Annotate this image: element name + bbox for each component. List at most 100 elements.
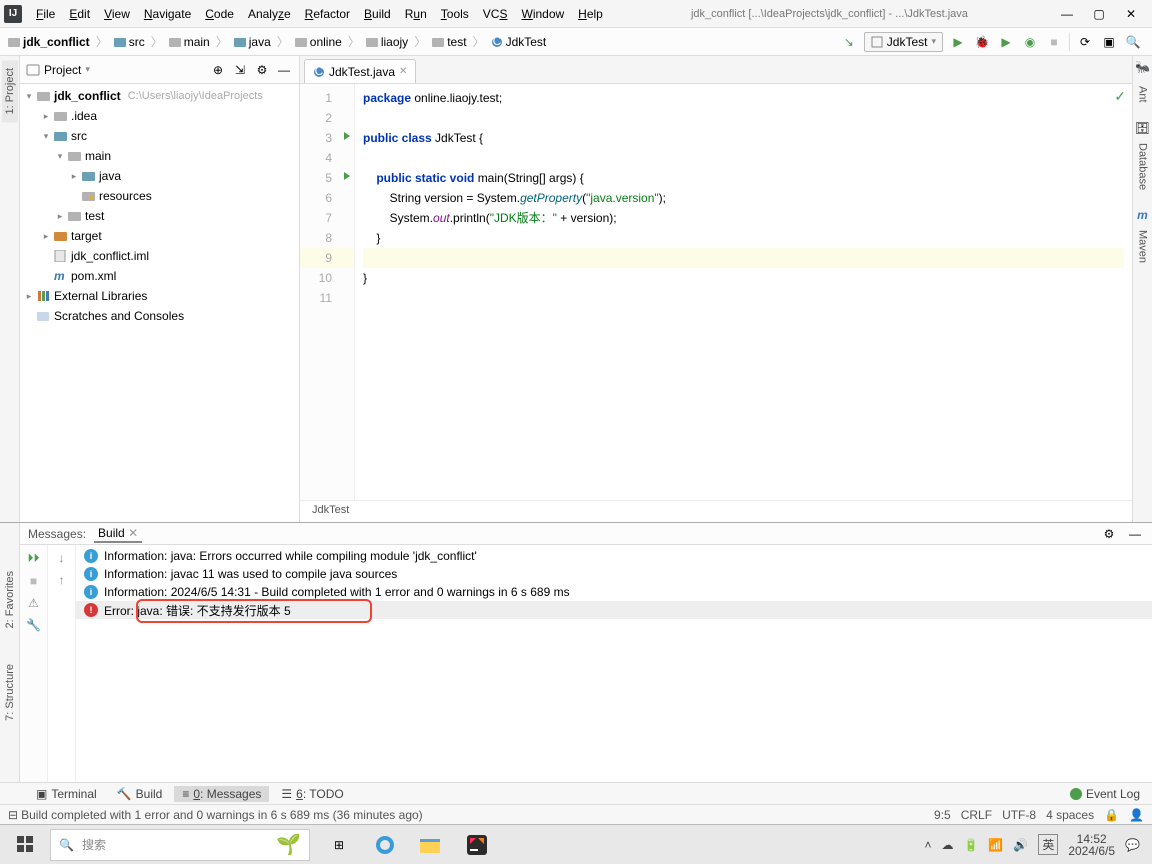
tool-eventlog[interactable]: Event Log [1062, 786, 1148, 802]
clock[interactable]: 14:522024/6/5 [1068, 833, 1115, 857]
indent-info[interactable]: 4 spaces [1046, 808, 1094, 822]
messages-list[interactable]: iInformation: java: Errors occurred whil… [76, 545, 1152, 782]
run-config-select[interactable]: JdkTest ▾ [864, 32, 943, 52]
wifi-icon[interactable]: 📶 [988, 838, 1003, 852]
warning-icon[interactable]: ⚠ [28, 596, 39, 610]
maven-rail-icon[interactable]: m [1137, 208, 1148, 222]
inspection-ok-icon[interactable]: ✓ [1114, 88, 1126, 105]
message-row[interactable]: iInformation: java: Errors occurred whil… [76, 547, 1152, 565]
menu-run[interactable]: Run [399, 5, 433, 23]
hide-icon[interactable]: — [1126, 525, 1144, 543]
onedrive-icon[interactable]: ☁ [941, 838, 953, 852]
rail-favorites[interactable]: 2: Favorites [2, 563, 18, 636]
message-row[interactable]: iInformation: javac 11 was used to compi… [76, 565, 1152, 583]
build-button[interactable]: ↘ [840, 33, 858, 51]
stop-icon[interactable]: ■ [30, 574, 37, 588]
stop-button[interactable]: ■ [1045, 33, 1063, 51]
taskbar-search[interactable]: 🔍 搜索 🌱 [50, 829, 310, 861]
expand-all-button[interactable]: ⇲ [231, 61, 249, 79]
line-separator[interactable]: CRLF [961, 808, 992, 822]
tab-close-button[interactable]: ✕ [399, 66, 407, 77]
run-button[interactable]: ▶ [949, 33, 967, 51]
caret-position[interactable]: 9:5 [934, 808, 951, 822]
maximize-button[interactable]: ▢ [1092, 7, 1106, 21]
menu-code[interactable]: Code [199, 5, 240, 23]
update-button[interactable]: ⟳ [1076, 33, 1094, 51]
crumb-root[interactable]: jdk_conflict [4, 35, 94, 49]
menu-build[interactable]: Build [358, 5, 397, 23]
message-row[interactable]: iInformation: 2024/6/5 14:31 - Build com… [76, 583, 1152, 601]
tab-jdktest[interactable]: C JdkTest.java ✕ [304, 59, 416, 83]
volume-icon[interactable]: 🔊 [1013, 838, 1028, 852]
task-view-icon[interactable]: ⊞ [318, 827, 360, 863]
crumb-src[interactable]: src [110, 35, 149, 49]
run-gutter-icon[interactable] [344, 172, 350, 180]
hide-button[interactable]: — [275, 61, 293, 79]
chevron-down-icon[interactable]: ▾ [85, 64, 90, 75]
expand-icon[interactable]: ↓ [59, 551, 65, 565]
menu-tools[interactable]: Tools [435, 5, 475, 23]
inspector-icon[interactable]: 👤 [1129, 808, 1144, 822]
edge-icon[interactable] [364, 827, 406, 863]
tool-build[interactable]: 🔨Build [109, 786, 171, 802]
settings-button[interactable]: ⚙ [253, 61, 271, 79]
tools-icon[interactable]: 🔧 [26, 618, 41, 632]
status-icon[interactable]: ⊟ [8, 808, 18, 822]
select-opened-button[interactable]: ⊕ [209, 61, 227, 79]
readonly-lock-icon[interactable]: 🔒 [1104, 808, 1119, 822]
code-editor[interactable]: 1234567891011 package online.liaojy.test… [300, 84, 1132, 500]
ime-indicator[interactable]: 英 [1038, 834, 1058, 855]
database-icon[interactable]: 🗄 [1135, 121, 1150, 135]
menu-vcs[interactable]: VCS [477, 5, 514, 23]
editor-breadcrumb[interactable]: JdkTest [300, 500, 1132, 522]
profile-button[interactable]: ◉ [1021, 33, 1039, 51]
menu-navigate[interactable]: Navigate [138, 5, 197, 23]
ide-nav-button[interactable]: ▣ [1100, 33, 1118, 51]
tool-todo[interactable]: ☰6: TODO [273, 786, 351, 802]
run-gutter-icon[interactable] [344, 132, 350, 140]
crumb-main[interactable]: main [165, 35, 214, 49]
battery-icon[interactable]: 🔋 [963, 838, 978, 852]
code-content[interactable]: package online.liaojy.test; public class… [355, 84, 1132, 500]
tool-messages[interactable]: ≡0: Messages [174, 786, 269, 802]
menu-edit[interactable]: Edit [63, 5, 96, 23]
run-config-icon [871, 36, 883, 48]
message-row-error[interactable]: !Error: java: 错误: 不支持发行版本 5 [76, 601, 1152, 619]
search-everywhere-button[interactable]: 🔍 [1124, 33, 1142, 51]
minimize-button[interactable]: — [1060, 7, 1074, 21]
crumb-online[interactable]: online [291, 35, 346, 49]
menu-window[interactable]: Window [515, 5, 570, 23]
intellij-taskbar-icon[interactable] [456, 827, 498, 863]
rail-database[interactable]: Database [1135, 135, 1151, 198]
messages-build-tab[interactable]: Build ✕ [94, 525, 142, 543]
project-tree[interactable]: ▾jdk_conflictC:\Users\liaojy\IdeaProject… [20, 84, 299, 522]
crumb-liaojy[interactable]: liaojy [362, 35, 412, 49]
crumb-class[interactable]: CJdkTest [487, 35, 551, 49]
menu-help[interactable]: Help [572, 5, 609, 23]
start-button[interactable] [4, 827, 48, 863]
notifications-icon[interactable]: 💬 [1125, 838, 1140, 852]
gutter[interactable]: 1234567891011 [300, 84, 355, 500]
crumb-test[interactable]: test [428, 35, 470, 49]
ant-icon[interactable]: 🐜 [1135, 60, 1150, 74]
terminal-icon: ▣ [36, 787, 47, 801]
coverage-button[interactable]: ▶ [997, 33, 1015, 51]
tray-chevron-icon[interactable]: ˄ [924, 838, 931, 852]
tool-terminal[interactable]: ▣Terminal [28, 786, 105, 802]
rail-project[interactable]: 1: Project [2, 60, 18, 122]
close-button[interactable]: ✕ [1124, 7, 1138, 21]
menu-refactor[interactable]: Refactor [299, 5, 356, 23]
rail-maven[interactable]: Maven [1135, 222, 1151, 271]
menu-analyze[interactable]: Analyze [242, 5, 297, 23]
menu-file[interactable]: File [30, 5, 61, 23]
rail-ant[interactable]: Ant [1135, 78, 1151, 111]
crumb-java[interactable]: java [230, 35, 275, 49]
gear-icon[interactable]: ⚙ [1100, 525, 1118, 543]
rerun-icon[interactable]: ⏵⏵ [27, 551, 39, 566]
debug-button[interactable]: 🐞 [973, 33, 991, 51]
file-encoding[interactable]: UTF-8 [1002, 808, 1036, 822]
collapse-icon[interactable]: ↑ [59, 573, 65, 587]
rail-structure[interactable]: 7: Structure [2, 656, 18, 729]
explorer-icon[interactable] [410, 827, 452, 863]
menu-view[interactable]: View [98, 5, 136, 23]
